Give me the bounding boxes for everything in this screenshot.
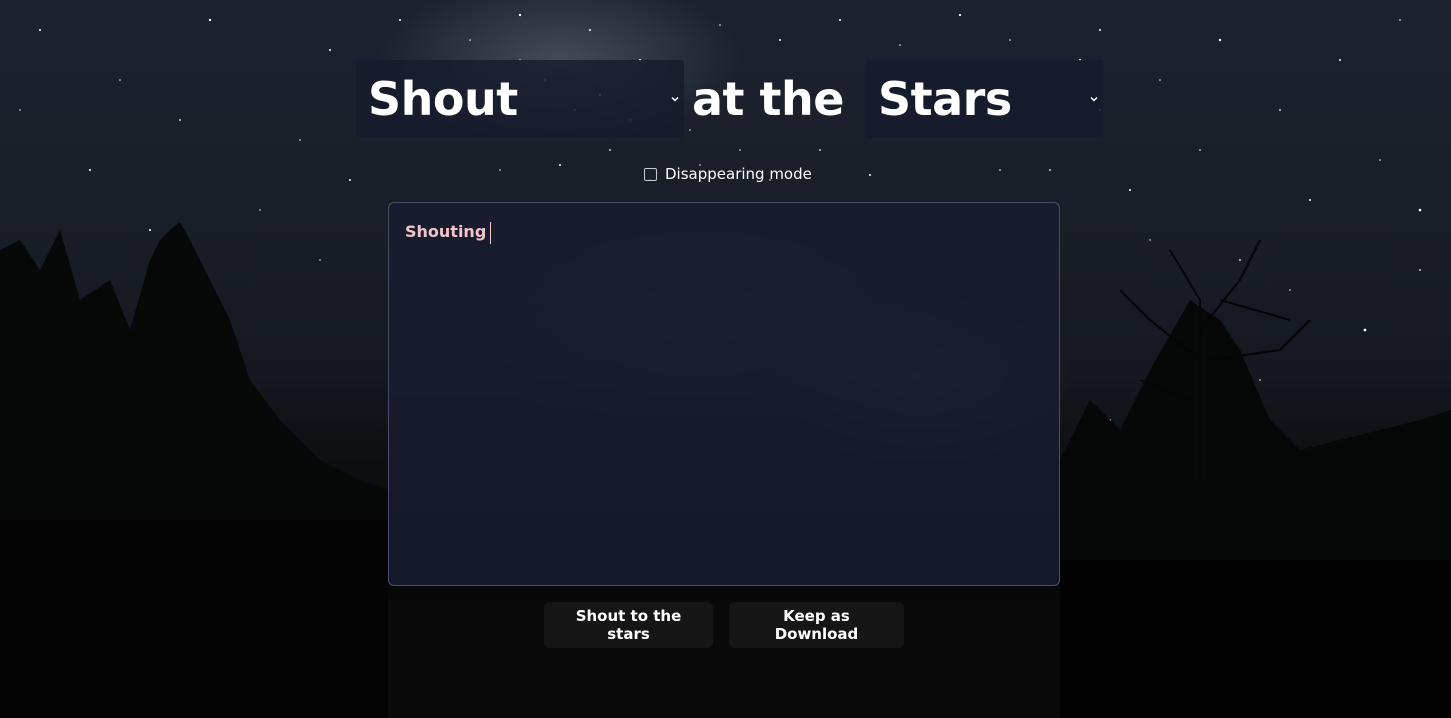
chevron-down-icon (671, 96, 679, 102)
disappearing-mode-checkbox[interactable] (644, 167, 657, 181)
title-row: Shout at the Stars (356, 60, 1103, 138)
disappearing-mode-label[interactable]: Disappearing mode (665, 165, 812, 183)
shout-textarea[interactable]: Shouting (388, 202, 1060, 586)
keep-as-download-button[interactable]: Keep as Download (729, 602, 904, 648)
text-caret (490, 222, 492, 244)
object-select[interactable]: Stars (865, 60, 1103, 138)
shout-to-stars-button[interactable]: Shout to the stars (544, 602, 713, 648)
title-middle-text: at the (692, 72, 844, 126)
disappearing-mode-row: Disappearing mode (644, 165, 812, 183)
verb-select[interactable]: Shout (356, 60, 684, 138)
object-select-value: Stars (877, 72, 1012, 126)
shout-textarea-value: Shouting (405, 222, 487, 241)
action-buttons: Shout to the stars Keep as Download (544, 602, 904, 648)
chevron-down-icon (1090, 96, 1098, 102)
verb-select-value: Shout (368, 72, 518, 126)
